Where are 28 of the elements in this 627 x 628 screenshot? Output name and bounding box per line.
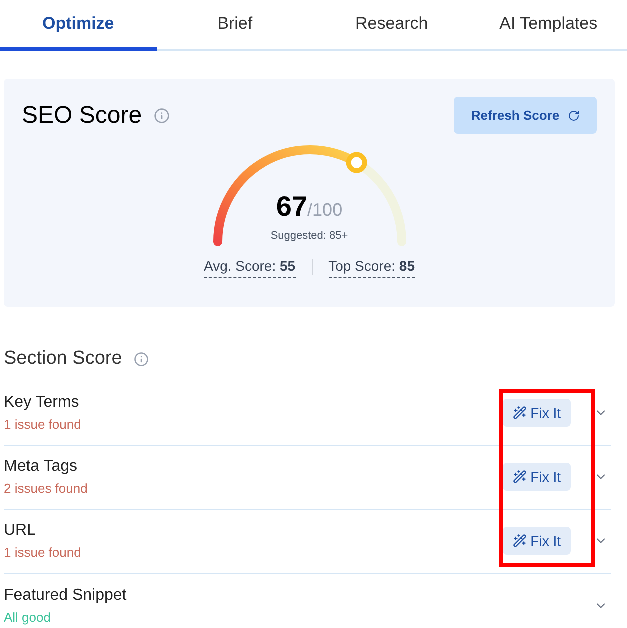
refresh-score-button[interactable]: Refresh Score [454,97,597,134]
tab[interactable]: Brief [156,0,314,51]
section-title: Section Score [4,347,122,371]
tab[interactable]: Optimize [0,0,157,51]
info-icon[interactable] [134,352,150,367]
section-name: URL [4,521,38,542]
top-score: Top Score: 85 [328,256,415,278]
score-max: /100 [308,199,343,222]
section-name: Featured Snippet [4,586,128,606]
section-status: 2 issues found [4,480,89,498]
section-name: Key Terms [4,393,80,414]
fix-it-button[interactable]: Fix It [502,399,571,427]
tab[interactable]: AI Templates [470,0,627,51]
fix-it-button[interactable]: Fix It [502,463,571,491]
magic-wand-icon [512,534,527,548]
card-title: SEO Score [22,100,142,130]
section-status: 1 issue found [4,544,82,562]
tab[interactable]: Research [314,0,470,51]
magic-wand-icon [512,470,527,484]
fix-it-button[interactable]: Fix It [502,527,571,555]
suggested-score: Suggested: 85+ [270,229,348,244]
avg-score: Avg. Score: 55 [204,256,296,278]
score-value: 67 [276,190,308,224]
section-status: 1 issue found [4,416,82,434]
refresh-icon [568,110,580,122]
magic-wand-icon [512,406,527,420]
section-name: Meta Tags [4,457,79,478]
section-status: All good [4,608,52,627]
